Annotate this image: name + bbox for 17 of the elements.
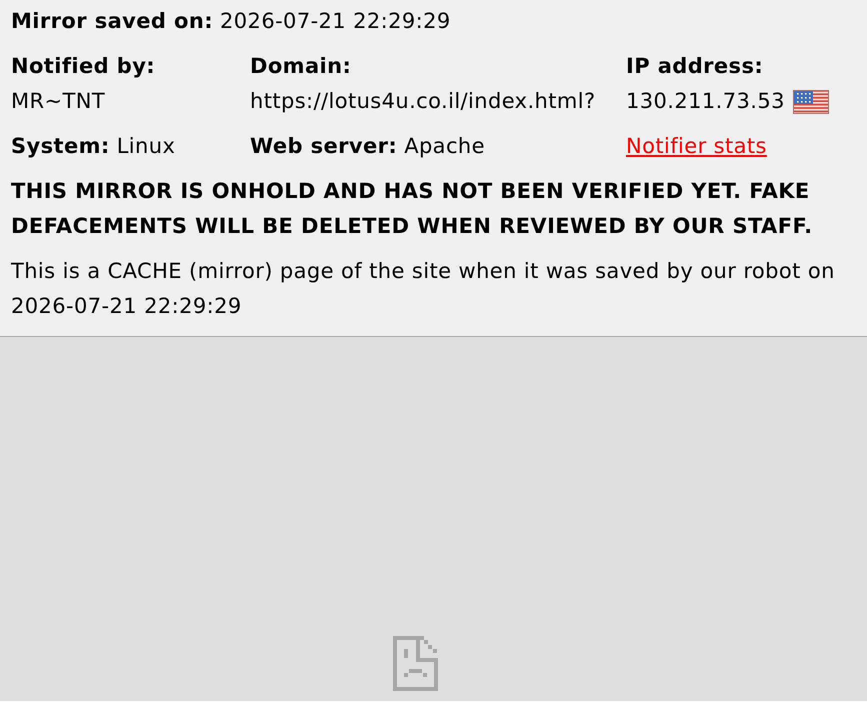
warning-text: THIS MIRROR IS ONHOLD AND HAS NOT BEEN VERIFIED YET. FAKE DEFACEMENTS WILL BE DELETED WHEN REVIEWED BY OUR STAFF. [11, 178, 814, 240]
field-label: IP address: [626, 53, 764, 80]
flag-icon [792, 90, 829, 114]
sad-document-icon [393, 636, 438, 691]
cache-notice-text: This is a CACHE (mirror) page of the site when it was saved by our robot on 2026-07-21 22:29:29 [11, 258, 836, 320]
field-label: Notified by: [11, 53, 156, 80]
field-value: 2026-07-21 22:29:29 [220, 8, 451, 35]
field-label: System: [11, 133, 110, 160]
field-value: 130.211.73.53 [626, 88, 785, 115]
field-label: Web server: [250, 133, 398, 160]
field-label: Domain: [250, 53, 352, 80]
field-value: MR~TNT [11, 88, 106, 115]
notifier-stats-link[interactable]: Notifier stats [626, 134, 767, 158]
field-value: Apache [404, 133, 485, 160]
field-label: Mirror saved on: [11, 8, 214, 35]
field-value: https://lotus4u.co.il/index.html? [250, 88, 596, 115]
field-value: Linux [116, 133, 176, 160]
